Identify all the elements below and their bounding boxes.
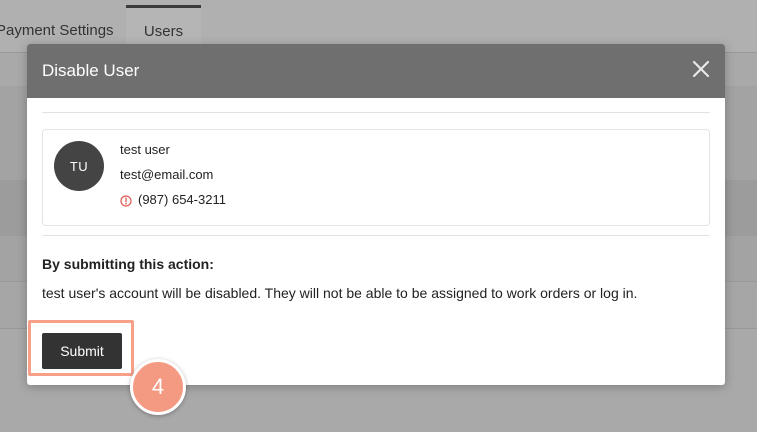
divider (42, 235, 710, 236)
warning-circle-icon (120, 194, 132, 207)
user-card: TU test user test@email.com (987) 654-32… (42, 129, 710, 226)
disable-user-modal: Disable User TU test user test@email.com… (27, 44, 725, 415)
notice-body: test user's account will be disabled. Th… (42, 285, 638, 301)
notice-heading: By submitting this action: (42, 256, 214, 272)
user-email: test@email.com (120, 167, 214, 182)
divider (42, 112, 710, 113)
user-phone: (987) 654-3211 (138, 192, 226, 207)
avatar: TU (54, 141, 104, 191)
modal-header: Disable User (27, 44, 725, 98)
user-name: test user (120, 142, 170, 157)
submit-button[interactable]: Submit (42, 333, 122, 369)
user-phone-row: (987) 654-3211 (120, 192, 226, 207)
step-number-badge: 4 (130, 359, 186, 415)
close-icon[interactable] (691, 59, 711, 79)
modal-title: Disable User (42, 61, 140, 80)
